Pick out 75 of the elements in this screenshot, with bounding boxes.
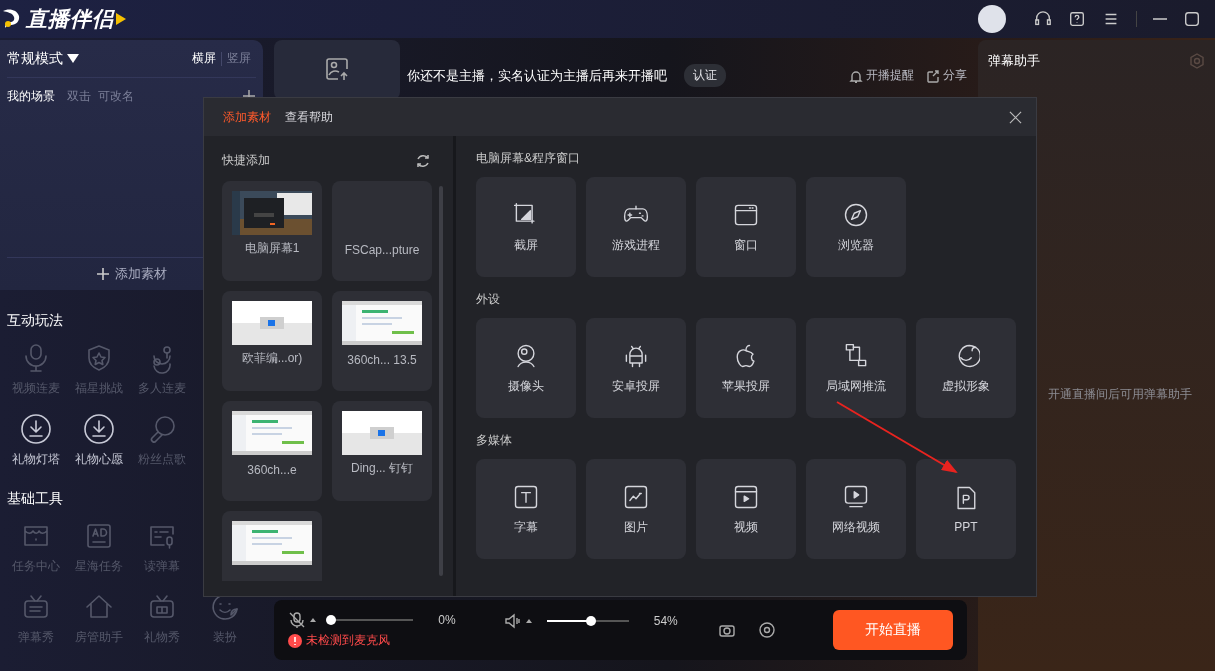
dialog-tab[interactable]: 添加素材 [223,108,271,126]
panel-title: 弹幕助手 [988,52,1041,70]
source-type-button[interactable]: 游戏进程 [586,177,686,277]
notice-text: 你还不是主播，实名认证为主播后再来开播吧 [407,67,668,85]
warning-text: 未检测到麦克风 [306,632,391,649]
quick-source-card[interactable]: 电脑屏幕1 [222,181,322,281]
source-type-button[interactable]: 虚拟形象 [916,318,1016,418]
quick-source-card[interactable] [222,511,322,581]
source-label: 欧菲编...or) [241,350,303,367]
orientation-tab[interactable]: 横屏 [187,50,222,67]
refresh-icon [415,152,431,169]
source-type-button[interactable]: 字幕 [476,459,576,559]
empty-message: 开通直播间后可用弹幕助手 [1048,386,1194,403]
section-title: 多媒体 [476,432,513,449]
play-triangle-icon [116,13,126,25]
source-label: FSCap...pture [344,243,420,257]
section-title: 基础工具 [7,490,64,508]
section-title: 互动玩法 [7,312,64,330]
headset-icon [1034,10,1052,28]
quick-source-card[interactable]: 360ch...e [222,401,322,501]
mode-dropdown[interactable]: 常规模式 [7,49,188,68]
quick-source-card[interactable]: 欧菲编...or) [222,291,322,391]
rename-hint: 双击 可改名 [67,87,134,105]
source-label: 360ch...e [247,463,297,477]
source-type-button[interactable]: 局域网推流 [806,318,906,418]
source-type-button[interactable]: 网络视频 [806,459,906,559]
source-type-button[interactable]: 苹果投屏 [696,318,796,418]
close-icon [1009,110,1022,124]
settings-icon [1189,53,1205,69]
section-title: 电脑屏幕&程序窗口 [476,150,581,167]
section-title: 外设 [476,291,501,308]
maximize-icon [1183,10,1201,28]
source-type-button[interactable]: 视频 [696,459,796,559]
action-link[interactable]: 分享 [926,67,968,84]
minimize-icon [1153,18,1167,20]
download-circle-icon [82,413,115,445]
quick-source-card[interactable]: Ding... 钉钉 [332,401,432,501]
slider-thumb[interactable] [585,616,596,626]
source-label: 360ch... 13.5 [347,353,417,367]
quick-source-card[interactable]: 360ch... 13.5 [332,291,432,391]
bell-icon [849,68,864,83]
share-icon [926,68,941,83]
tool-button[interactable]: 礼物灯塔 [4,413,67,468]
settings-icon [757,621,776,639]
plus-icon [96,268,109,280]
scene-title: 我的场景 [7,87,55,105]
warning-icon [288,633,303,648]
source-label: Ding... 钉钉 [351,460,413,477]
speaker-icon [503,612,522,630]
source-type-button[interactable]: 图片 [586,459,686,559]
source-type-button[interactable]: 摄像头 [476,318,576,418]
app-title: 直播伴侣 [26,6,114,32]
dialog-tab[interactable]: 查看帮助 [285,108,333,126]
quick-source-card[interactable]: FSCap...pture [332,181,432,281]
action-link[interactable]: 开播提醒 [849,67,915,84]
download-circle-icon [19,413,52,445]
muted-microphone-icon [288,611,307,629]
orientation-tab[interactable]: 竖屏 [222,50,257,67]
caret-icon [67,54,79,63]
cover-card[interactable] [274,40,401,100]
source-type-button[interactable]: 安卓投屏 [586,318,686,418]
section-title: 快捷添加 [222,152,270,169]
source-type-button[interactable]: 窗口 [696,177,796,277]
speaker-level-reading: 54% [653,614,678,628]
source-label: 电脑屏幕1 [244,240,300,257]
slider-thumb[interactable] [326,615,337,625]
mic-level-reading: 0% [438,613,456,627]
source-type-button[interactable]: PPT [916,459,1016,559]
source-type-button[interactable]: 浏览器 [806,177,906,277]
tool-button[interactable]: 礼物心愿 [67,413,130,468]
avatar[interactable] [978,5,1006,33]
image-upload-icon [324,56,351,82]
source-type-button[interactable]: 截屏 [476,177,576,277]
verify-button[interactable]: 认证 [684,64,727,87]
help-icon [1068,10,1086,28]
